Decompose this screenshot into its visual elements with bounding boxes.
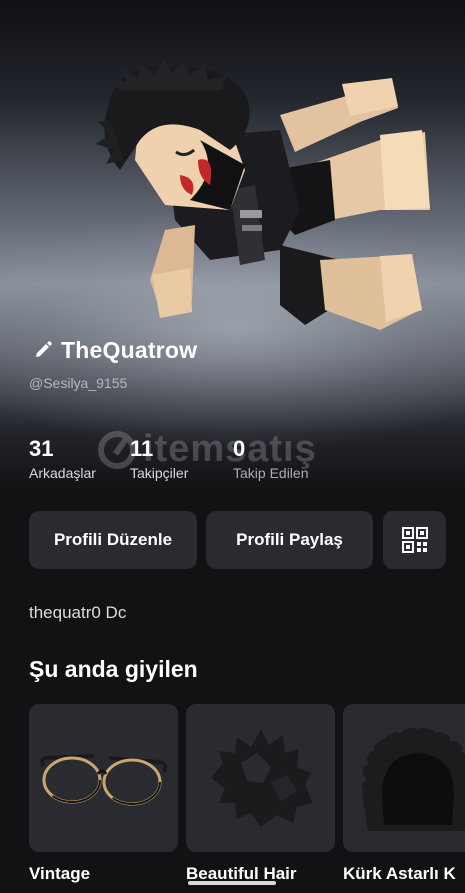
glasses-icon bbox=[39, 754, 167, 806]
stat-following-count: 0 bbox=[233, 436, 246, 461]
fur-hood-icon bbox=[352, 718, 465, 831]
stat-followers[interactable]: 11 Takipçiler bbox=[130, 436, 188, 482]
currently-wearing-title: Şu anda giyilen bbox=[29, 656, 198, 682]
wearing-item[interactable]: Kürk Astarlı K bbox=[343, 704, 465, 884]
qr-code-icon bbox=[401, 527, 428, 553]
spiky-hair-icon bbox=[210, 729, 313, 827]
share-profile-button[interactable]: Profili Paylaş bbox=[206, 511, 373, 569]
display-name-row[interactable]: TheQuatrow bbox=[33, 336, 197, 364]
edit-profile-button[interactable]: Profili Düzenle bbox=[29, 511, 197, 569]
pencil-icon[interactable] bbox=[33, 340, 53, 360]
profile-hero: TheQuatrow @Sesilya_9155 itemsatış 31 Ar… bbox=[0, 0, 465, 490]
item-name: Vintage bbox=[29, 864, 91, 883]
stat-followers-count: 11 bbox=[130, 436, 154, 461]
wearing-item[interactable]: Beautiful Hair bbox=[186, 704, 335, 884]
wearing-item[interactable]: Vintage bbox=[29, 704, 178, 884]
stat-followers-label: Takipçiler bbox=[130, 465, 189, 481]
profile-bio: thequatr0 Dc bbox=[29, 603, 127, 622]
avatar-3d-render bbox=[96, 60, 430, 330]
stat-friends-count: 31 bbox=[29, 436, 54, 461]
qr-code-button[interactable] bbox=[383, 511, 446, 569]
stat-friends[interactable]: 31 Arkadaşlar bbox=[29, 436, 96, 482]
item-thumbnail[interactable] bbox=[343, 704, 465, 852]
item-thumbnail[interactable] bbox=[29, 704, 178, 852]
stat-following-label: Takip Edilen bbox=[233, 465, 309, 481]
item-name: Kürk Astarlı K bbox=[343, 864, 456, 883]
display-name: TheQuatrow bbox=[61, 336, 198, 363]
username: @Sesilya_9155 bbox=[29, 375, 128, 391]
stat-following[interactable]: 0 Takip Edilen bbox=[233, 436, 309, 482]
currently-wearing-list: Vintage Beautiful Hair Kürk Astarlı K bbox=[29, 704, 465, 893]
home-indicator[interactable] bbox=[188, 881, 276, 885]
stat-friends-label: Arkadaşlar bbox=[29, 465, 96, 481]
item-thumbnail[interactable] bbox=[186, 704, 335, 852]
